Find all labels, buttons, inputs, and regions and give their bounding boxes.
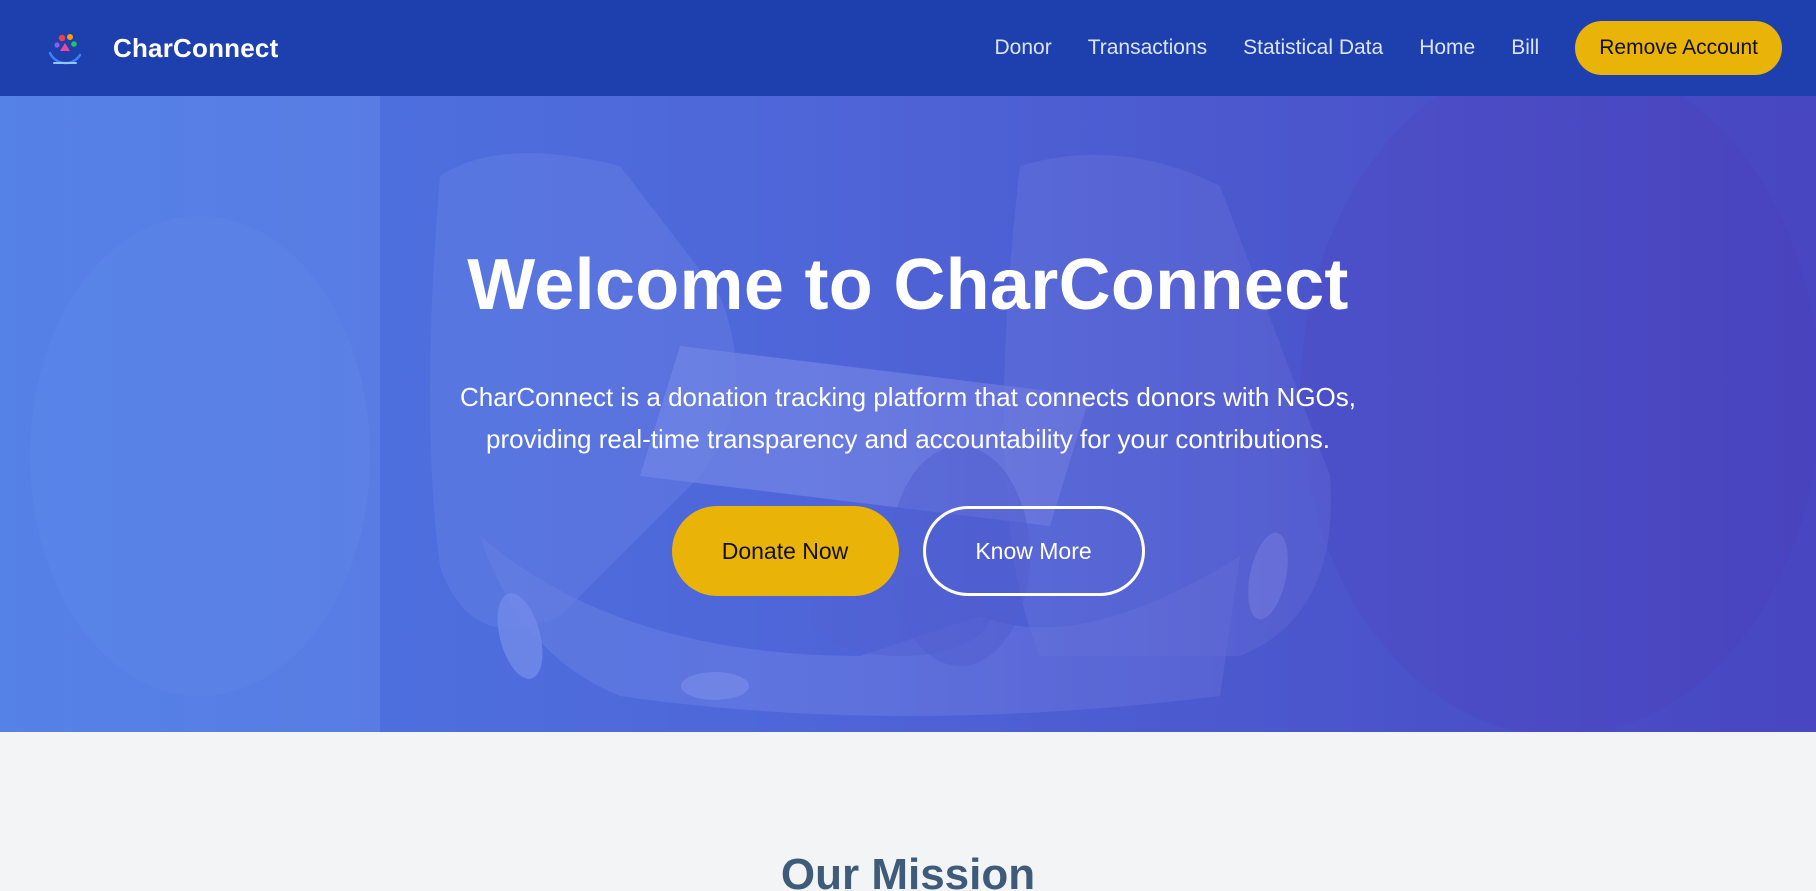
know-more-button[interactable]: Know More bbox=[922, 506, 1145, 596]
nav-links: Donor Transactions Statistical Data Home… bbox=[994, 21, 1782, 75]
donate-now-button[interactable]: Donate Now bbox=[671, 506, 899, 596]
mission-title: Our Mission bbox=[780, 850, 1036, 891]
brand-link[interactable]: CharConnect bbox=[42, 25, 278, 71]
nav-link-transactions[interactable]: Transactions bbox=[1088, 36, 1207, 60]
hero-buttons: Donate Now Know More bbox=[671, 506, 1145, 596]
hero-title: Welcome to CharConnect bbox=[467, 245, 1349, 325]
nav-link-home[interactable]: Home bbox=[1419, 36, 1475, 60]
top-navbar: CharConnect Donor Transactions Statistic… bbox=[0, 0, 1816, 96]
hero-content: Welcome to CharConnect CharConnect is a … bbox=[0, 96, 1816, 732]
hero-description: CharConnect is a donation tracking platf… bbox=[460, 382, 1356, 454]
remove-account-button[interactable]: Remove Account bbox=[1575, 21, 1782, 75]
nav-link-bill[interactable]: Bill bbox=[1511, 36, 1539, 60]
nav-link-donor[interactable]: Donor bbox=[994, 36, 1051, 60]
nav-link-statistical-data[interactable]: Statistical Data bbox=[1243, 36, 1383, 60]
mission-section: Our Mission bbox=[0, 732, 1816, 891]
hero-section: Welcome to CharConnect CharConnect is a … bbox=[0, 96, 1816, 732]
charconnect-logo-icon bbox=[48, 34, 82, 65]
brand-name: CharConnect bbox=[113, 32, 279, 63]
